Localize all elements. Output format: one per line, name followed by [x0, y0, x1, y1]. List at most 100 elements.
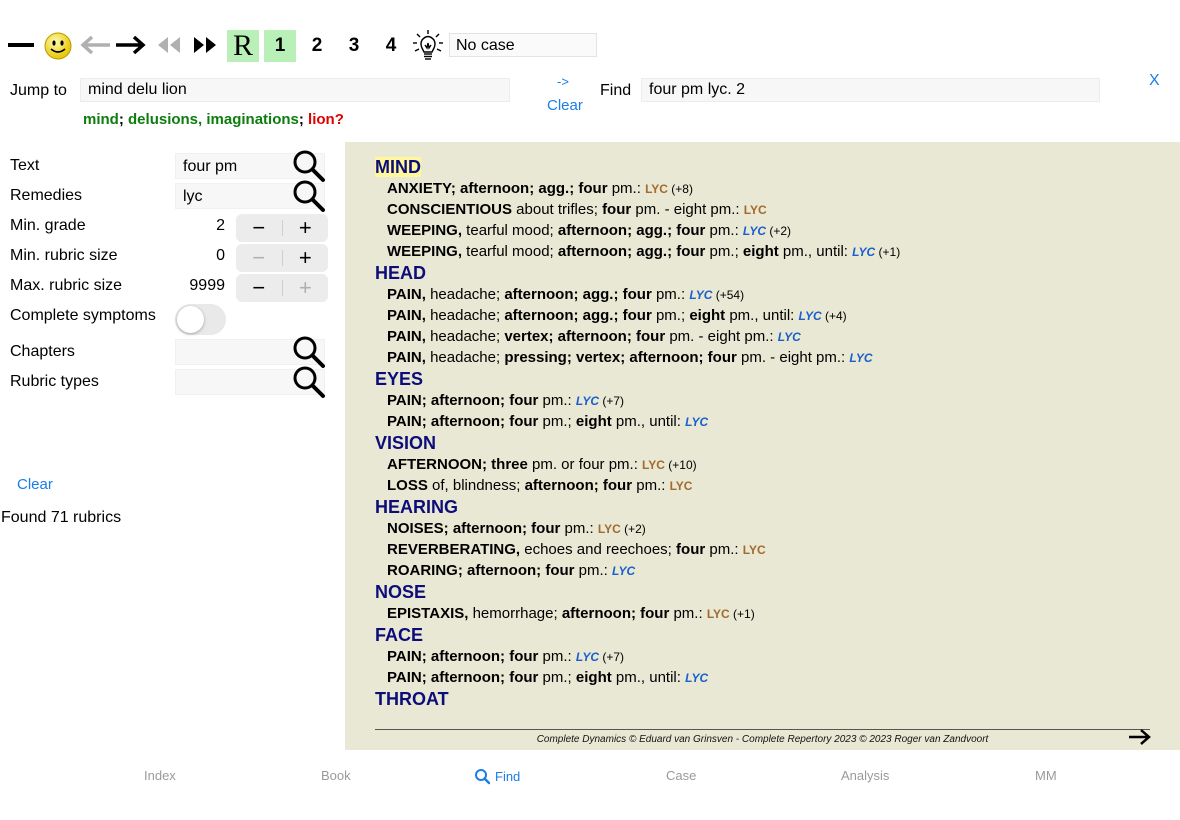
- jump-arrow-link[interactable]: ->: [557, 74, 569, 89]
- suggest-part-lion[interactable]: lion?: [308, 111, 344, 128]
- more-remedies-count[interactable]: (+2): [621, 522, 646, 536]
- min-rubric-size-stepper[interactable]: − +: [236, 244, 328, 272]
- jump-suggestion[interactable]: mind; delusions, imaginations; lion?: [83, 111, 344, 128]
- tab-mm[interactable]: MM: [1035, 768, 1057, 783]
- rubric-row[interactable]: PAIN; afternoon; four pm.: LYC (+7): [375, 390, 1155, 411]
- search-icon[interactable]: [292, 179, 326, 213]
- more-remedies-count[interactable]: (+2): [766, 224, 791, 238]
- rubric-row[interactable]: ROARING; afternoon; four pm.: LYC: [375, 560, 1155, 581]
- remedy-lyc[interactable]: LYC: [743, 224, 766, 238]
- jump-to-input[interactable]: mind delu lion: [80, 78, 510, 102]
- rubric-row[interactable]: PAIN, headache; afternoon; agg.; four pm…: [375, 284, 1155, 305]
- remedy-lyc[interactable]: LYC: [707, 607, 730, 621]
- min-grade-stepper[interactable]: − +: [236, 214, 328, 242]
- max-rubric-size-stepper[interactable]: − +: [236, 274, 328, 302]
- more-remedies-count[interactable]: (+54): [712, 288, 744, 302]
- chapter-heading[interactable]: THROAT: [375, 689, 1155, 710]
- find-close-button[interactable]: X: [1149, 72, 1160, 90]
- rubric-row[interactable]: PAIN, headache; afternoon; agg.; four pm…: [375, 305, 1155, 326]
- grade-2-button[interactable]: 2: [301, 30, 333, 62]
- tab-find[interactable]: Find: [474, 768, 520, 785]
- rubric-row[interactable]: WEEPING, tearful mood; afternoon; agg.; …: [375, 220, 1155, 241]
- form-clear-button[interactable]: Clear: [17, 476, 53, 493]
- rubric-row[interactable]: REVERBERATING, echoes and reechoes; four…: [375, 539, 1155, 560]
- more-remedies-count[interactable]: (+8): [668, 182, 693, 196]
- remedy-lyc[interactable]: LYC: [576, 394, 599, 408]
- complete-symptoms-toggle[interactable]: [175, 304, 226, 335]
- remedy-lyc[interactable]: LYC: [576, 650, 599, 664]
- rubric-row[interactable]: PAIN; afternoon; four pm.; eight pm., un…: [375, 411, 1155, 432]
- case-field[interactable]: No case: [449, 33, 597, 57]
- minus-icon[interactable]: −: [236, 214, 282, 242]
- suggest-part-mind[interactable]: mind: [83, 111, 119, 128]
- rubric-row[interactable]: PAIN, headache; pressing; vertex; aftern…: [375, 347, 1155, 368]
- rubric-row[interactable]: EPISTAXIS, hemorrhage; afternoon; four p…: [375, 603, 1155, 624]
- rubric-row[interactable]: PAIN; afternoon; four pm.; eight pm., un…: [375, 667, 1155, 688]
- search-icon[interactable]: [292, 335, 326, 369]
- remedy-lyc[interactable]: LYC: [642, 458, 665, 472]
- rubric-row[interactable]: ANXIETY; afternoon; agg.; four pm.: LYC …: [375, 178, 1155, 199]
- minus-icon[interactable]: −: [236, 244, 282, 272]
- tab-case[interactable]: Case: [666, 768, 696, 783]
- chapter-heading[interactable]: NOSE: [375, 582, 1155, 603]
- rubric-text: EPISTAXIS,: [387, 605, 469, 622]
- minus-toolbar-button[interactable]: [6, 33, 36, 57]
- remedy-lyc[interactable]: LYC: [799, 309, 822, 323]
- forward-button[interactable]: [114, 33, 148, 57]
- rubric-row[interactable]: PAIN; afternoon; four pm.: LYC (+7): [375, 646, 1155, 667]
- remedy-lyc[interactable]: LYC: [689, 288, 712, 302]
- grade-1-button[interactable]: 1: [264, 30, 296, 62]
- chapter-heading[interactable]: HEARING: [375, 497, 1155, 518]
- remedy-lyc[interactable]: LYC: [598, 522, 621, 536]
- remedy-lyc[interactable]: LYC: [852, 245, 875, 259]
- smiley-button[interactable]: [42, 30, 74, 62]
- more-remedies-count[interactable]: (+4): [822, 309, 847, 323]
- remedy-lyc[interactable]: LYC: [778, 330, 801, 344]
- chapter-heading[interactable]: VISION: [375, 433, 1155, 454]
- minus-icon[interactable]: −: [236, 274, 282, 302]
- remedy-lyc[interactable]: LYC: [685, 415, 708, 429]
- tab-book[interactable]: Book: [321, 768, 351, 783]
- remedy-lyc[interactable]: LYC: [744, 203, 767, 217]
- grade-4-button[interactable]: 4: [375, 30, 407, 62]
- more-remedies-count[interactable]: (+7): [599, 394, 624, 408]
- more-remedies-count[interactable]: (+1): [875, 245, 901, 259]
- more-remedies-count[interactable]: (+10): [665, 458, 696, 472]
- search-icon[interactable]: [292, 149, 326, 183]
- repertory-r-button[interactable]: R: [227, 29, 259, 62]
- grade-3-button[interactable]: 3: [338, 30, 370, 62]
- plus-icon[interactable]: +: [283, 244, 329, 272]
- plus-icon[interactable]: +: [283, 274, 329, 302]
- chapter-heading[interactable]: MIND: [375, 157, 1155, 178]
- rubric-row[interactable]: LOSS of, blindness; afternoon; four pm.:…: [375, 475, 1155, 496]
- rubric-row[interactable]: WEEPING, tearful mood; afternoon; agg.; …: [375, 241, 1155, 262]
- chapter-heading[interactable]: FACE: [375, 625, 1155, 646]
- more-remedies-count[interactable]: (+1): [730, 607, 755, 621]
- remedy-lyc[interactable]: LYC: [670, 479, 693, 493]
- remedy-lyc[interactable]: LYC: [612, 564, 635, 578]
- jump-clear-button[interactable]: Clear: [547, 97, 583, 114]
- rubric-row[interactable]: PAIN, headache; vertex; afternoon; four …: [375, 326, 1155, 347]
- remedy-lyc[interactable]: LYC: [685, 671, 708, 685]
- plus-icon[interactable]: +: [283, 214, 329, 242]
- more-remedies-count[interactable]: (+7): [599, 650, 624, 664]
- hint-button[interactable]: [410, 28, 446, 64]
- tab-index[interactable]: Index: [144, 768, 176, 783]
- rubric-row[interactable]: AFTERNOON; three pm. or four pm.: LYC (+…: [375, 454, 1155, 475]
- remedy-lyc[interactable]: LYC: [645, 182, 668, 196]
- last-button[interactable]: [188, 33, 222, 57]
- remedies-label: Remedies: [10, 187, 83, 204]
- next-page-arrow-icon[interactable]: [1128, 727, 1152, 747]
- chapter-heading[interactable]: EYES: [375, 369, 1155, 390]
- back-button[interactable]: [78, 33, 112, 57]
- rubric-row[interactable]: CONSCIENTIOUS about trifles; four pm. - …: [375, 199, 1155, 220]
- chapter-heading[interactable]: HEAD: [375, 263, 1155, 284]
- tab-analysis[interactable]: Analysis: [841, 768, 889, 783]
- remedy-lyc[interactable]: LYC: [743, 543, 766, 557]
- remedy-lyc[interactable]: LYC: [849, 351, 872, 365]
- rubric-row[interactable]: NOISES; afternoon; four pm.: LYC (+2): [375, 518, 1155, 539]
- first-button[interactable]: [152, 33, 186, 57]
- search-icon[interactable]: [292, 365, 326, 399]
- find-input[interactable]: four pm lyc. 2: [641, 78, 1100, 102]
- suggest-part-delusions[interactable]: delusions, imaginations: [128, 111, 299, 128]
